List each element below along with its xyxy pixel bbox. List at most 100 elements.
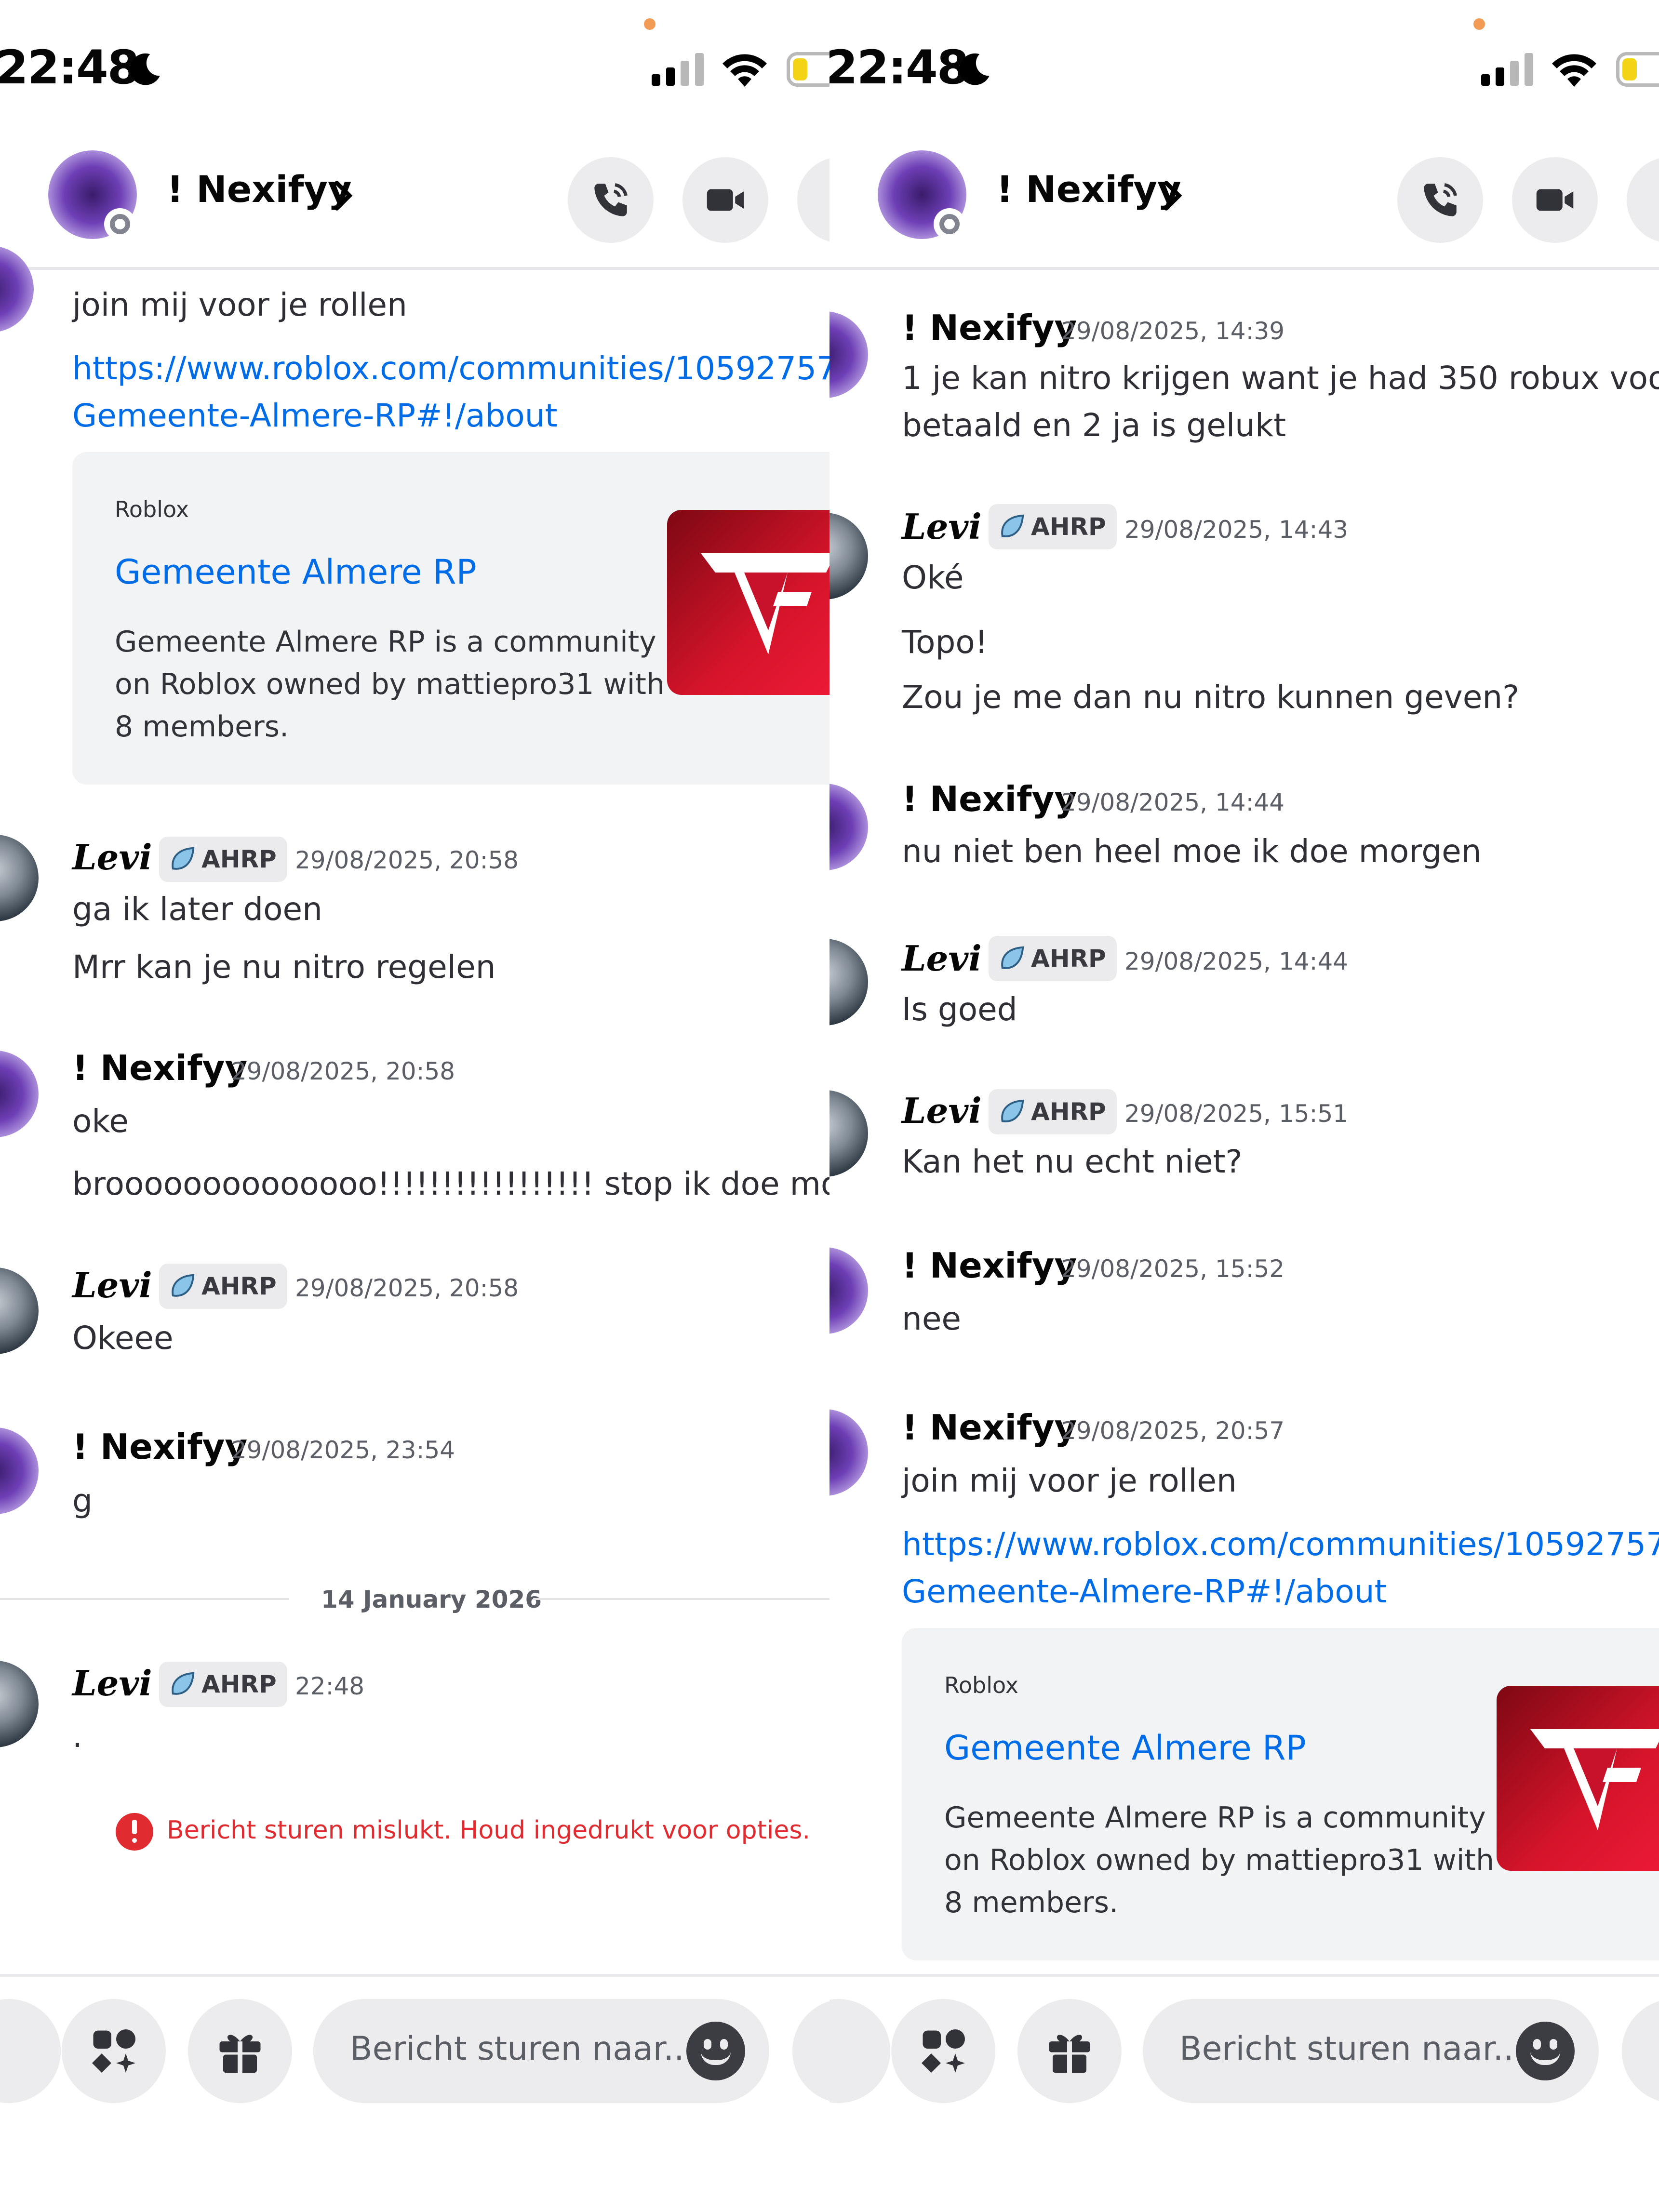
message-text: broooooooooooooo!!!!!!!!!!!!!!!!! stop i… — [72, 1165, 830, 1202]
embed-description: Gemeente Almere RP is a community on Rob… — [115, 625, 665, 744]
message-link[interactable]: https://www.roblox.com/communities/10592… — [902, 1521, 1659, 1568]
phone-call-icon — [1424, 183, 1457, 216]
role-tag-label: AHRP — [201, 845, 277, 873]
message-text: Oké — [902, 559, 964, 596]
right-screenshot-panel: 22:48 ! Nexifyy ! Nexifyy 29/08/2025, 14… — [830, 0, 1659, 2212]
message-timestamp: 29/08/2025, 23:54 — [231, 1436, 455, 1464]
role-tag[interactable]: AHRP — [989, 936, 1117, 981]
message-timestamp: 29/08/2025, 20:58 — [295, 846, 519, 874]
message-text: betaald en 2 ja is gelukt — [902, 407, 1286, 444]
message-input[interactable]: Bericht sturen naar.. — [313, 1999, 769, 2103]
channel-title[interactable]: ! Nexifyy — [167, 168, 352, 211]
composer-divider — [830, 1974, 1659, 1977]
header-divider — [0, 267, 830, 270]
role-shield-icon — [1001, 946, 1024, 969]
role-tag[interactable]: AHRP — [989, 1089, 1117, 1134]
more-button[interactable] — [1627, 157, 1659, 243]
apps-button[interactable] — [62, 1999, 166, 2103]
message-text: Is goed — [902, 991, 1017, 1028]
video-camera-icon — [1536, 189, 1574, 211]
message-text: Mrr kan je nu nitro regelen — [72, 948, 496, 986]
signal-icon — [652, 53, 704, 86]
message-author[interactable]: Levi — [902, 506, 982, 547]
role-tag-label: AHRP — [1031, 1098, 1106, 1126]
gift-button[interactable] — [188, 1999, 292, 2103]
gift-button[interactable] — [1017, 1999, 1122, 2103]
message-text: . — [72, 1718, 82, 1755]
offline-status-icon — [934, 208, 965, 240]
role-shield-icon — [172, 847, 195, 870]
message-timestamp: 29/08/2025, 15:51 — [1124, 1100, 1349, 1128]
link-embed[interactable]: Roblox Gemeente Almere RP Gemeente Almer… — [902, 1628, 1659, 1960]
video-call-button[interactable] — [682, 157, 768, 243]
message-author[interactable]: ! Nexifyy — [72, 1426, 247, 1467]
composer-divider — [0, 1974, 830, 1977]
message-text: nee — [902, 1300, 962, 1337]
voice-message-button[interactable] — [792, 1999, 830, 2103]
message-author[interactable]: Levi — [72, 837, 152, 878]
send-error-message[interactable]: Bericht sturen mislukt. Houd ingedrukt v… — [167, 1816, 810, 1845]
message-author[interactable]: Levi — [72, 1663, 152, 1704]
embed-title[interactable]: Gemeente Almere RP — [115, 552, 477, 592]
message-avatar[interactable] — [830, 1409, 868, 1496]
embed-title[interactable]: Gemeente Almere RP — [944, 1728, 1306, 1768]
date-divider: 14 January 2026 — [321, 1586, 542, 1613]
message-avatar[interactable] — [830, 1090, 868, 1177]
attach-button[interactable] — [0, 1999, 61, 2103]
message-avatar[interactable] — [0, 246, 34, 333]
message-author[interactable]: Levi — [902, 938, 982, 979]
apps-icon — [92, 2029, 135, 2073]
voice-message-button[interactable] — [1622, 1999, 1659, 2103]
message-author[interactable]: ! Nexifyy — [902, 779, 1077, 819]
message-link[interactable]: Gemeente-Almere-RP#!/about — [72, 392, 558, 440]
message-input[interactable]: Bericht sturen naar.. — [1143, 1999, 1599, 2103]
message-author[interactable]: ! Nexifyy — [72, 1048, 247, 1088]
message-author[interactable]: ! Nexifyy — [902, 1245, 1077, 1286]
message-author[interactable]: ! Nexifyy — [902, 1407, 1077, 1448]
message-avatar[interactable] — [0, 1427, 39, 1514]
video-camera-icon — [707, 189, 744, 211]
message-text: oke — [72, 1103, 129, 1140]
message-avatar[interactable] — [0, 1661, 39, 1747]
message-text: 1 je kan nitro krijgen want je had 350 r… — [902, 360, 1659, 397]
role-tag[interactable]: AHRP — [159, 1662, 287, 1707]
embed-thumbnail[interactable] — [1497, 1686, 1659, 1871]
moon-icon — [959, 53, 990, 85]
chevron-right-icon[interactable] — [1162, 179, 1183, 212]
emoji-icon[interactable] — [1516, 2022, 1575, 2080]
message-avatar[interactable] — [830, 784, 868, 870]
message-avatar[interactable] — [830, 311, 868, 398]
attach-button[interactable] — [830, 1999, 890, 2103]
embed-provider: Roblox — [115, 496, 189, 522]
message-author[interactable]: Levi — [72, 1265, 152, 1306]
date-divider-line — [533, 1598, 830, 1600]
message-avatar[interactable] — [0, 1051, 39, 1137]
message-avatar[interactable] — [830, 1247, 868, 1334]
apps-button[interactable] — [891, 1999, 995, 2103]
message-input-placeholder: Bericht sturen naar.. — [1179, 2030, 1514, 2068]
phone-call-icon — [594, 183, 628, 216]
message-author[interactable]: Levi — [902, 1090, 982, 1131]
message-text: join mij voor je rollen — [902, 1462, 1237, 1499]
role-tag[interactable]: AHRP — [159, 1264, 287, 1309]
chevron-right-icon[interactable] — [333, 179, 354, 212]
channel-title[interactable]: ! Nexifyy — [996, 168, 1181, 211]
role-tag[interactable]: AHRP — [989, 504, 1117, 549]
battery-icon — [1616, 52, 1659, 87]
emoji-icon[interactable] — [686, 2022, 745, 2080]
role-tag[interactable]: AHRP — [159, 837, 287, 882]
link-embed[interactable]: Roblox Gemeente Almere RP Gemeente Almer… — [72, 452, 830, 785]
message-link[interactable]: https://www.roblox.com/communities/10592… — [72, 345, 830, 392]
more-button[interactable] — [797, 157, 830, 243]
message-avatar[interactable] — [830, 939, 868, 1026]
gift-icon — [219, 2035, 261, 2073]
message-avatar[interactable] — [0, 1267, 39, 1354]
message-avatar[interactable] — [830, 513, 868, 600]
message-link[interactable]: Gemeente-Almere-RP#!/about — [902, 1568, 1387, 1615]
message-author[interactable]: ! Nexifyy — [902, 307, 1077, 348]
embed-thumbnail[interactable] — [667, 510, 830, 695]
message-avatar[interactable] — [0, 835, 39, 921]
voice-call-button[interactable] — [1397, 157, 1483, 243]
video-call-button[interactable] — [1512, 157, 1598, 243]
voice-call-button[interactable] — [568, 157, 654, 243]
